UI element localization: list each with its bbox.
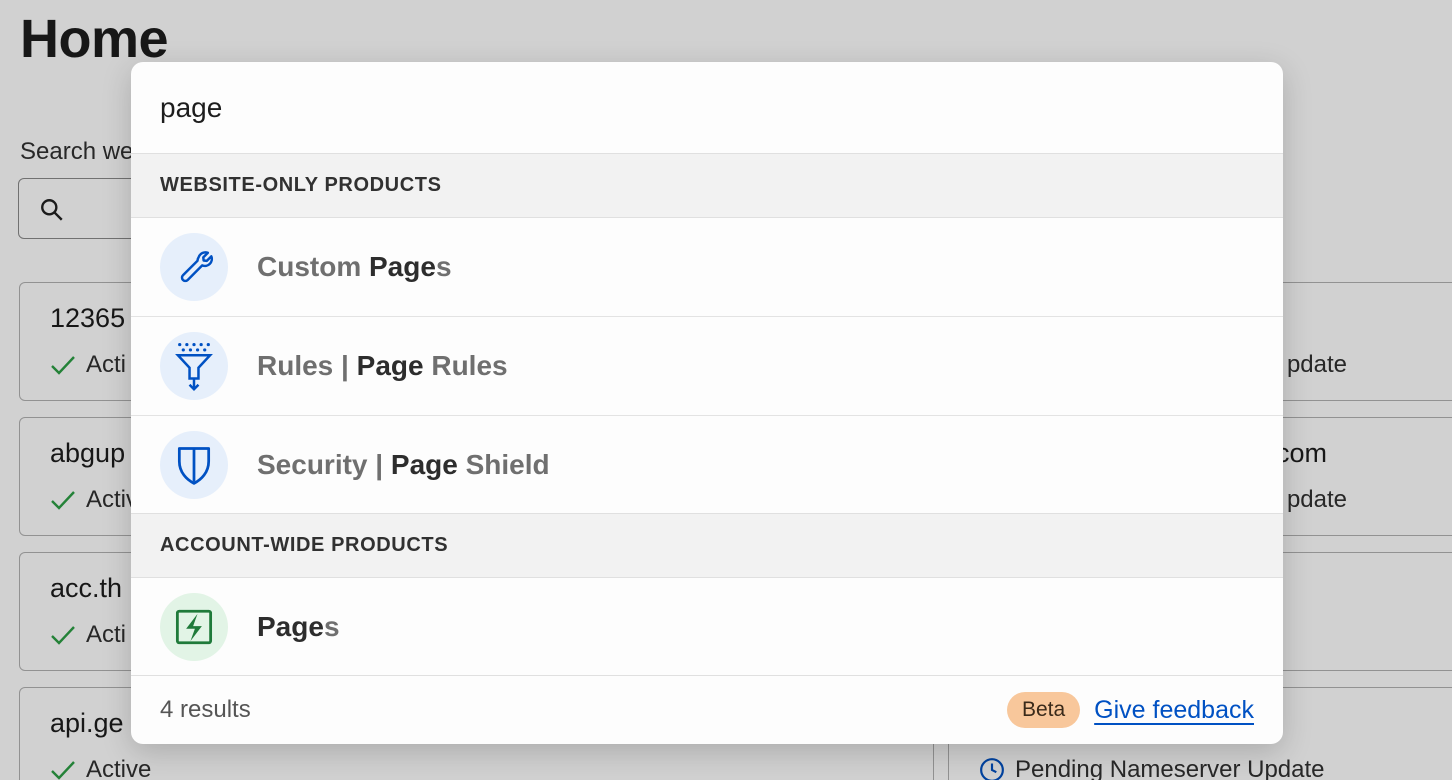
result-count: 4 results xyxy=(160,696,251,723)
result-page-shield[interactable]: Security | Page Shield xyxy=(131,416,1283,514)
result-label: Pages xyxy=(257,610,340,642)
pages-bolt-icon xyxy=(160,592,228,661)
wrench-icon xyxy=(160,233,228,301)
footer-actions: Beta Give feedback xyxy=(1006,692,1254,728)
quick-search-dialog: WEBSITE-ONLY PRODUCTS Custom Pages Rul xyxy=(131,62,1283,744)
shield-icon xyxy=(160,430,228,499)
result-label: Rules | Page Rules xyxy=(257,350,508,381)
funnel-icon xyxy=(160,332,228,400)
result-pages[interactable]: Pages xyxy=(131,578,1283,676)
give-feedback-link[interactable]: Give feedback xyxy=(1094,696,1254,725)
search-query-row xyxy=(131,62,1283,154)
result-custom-pages[interactable]: Custom Pages xyxy=(131,218,1283,317)
beta-badge: Beta xyxy=(1006,692,1081,728)
section-header-account-wide: ACCOUNT-WIDE PRODUCTS xyxy=(131,514,1283,578)
result-page-rules[interactable]: Rules | Page Rules xyxy=(131,317,1283,416)
result-label: Custom Pages xyxy=(257,251,452,282)
section-header-website-only: WEBSITE-ONLY PRODUCTS xyxy=(131,154,1283,218)
result-label: Security | Page Shield xyxy=(257,448,550,480)
dialog-footer: 4 results Beta Give feedback xyxy=(131,676,1283,744)
quick-search-input[interactable] xyxy=(160,91,1160,124)
